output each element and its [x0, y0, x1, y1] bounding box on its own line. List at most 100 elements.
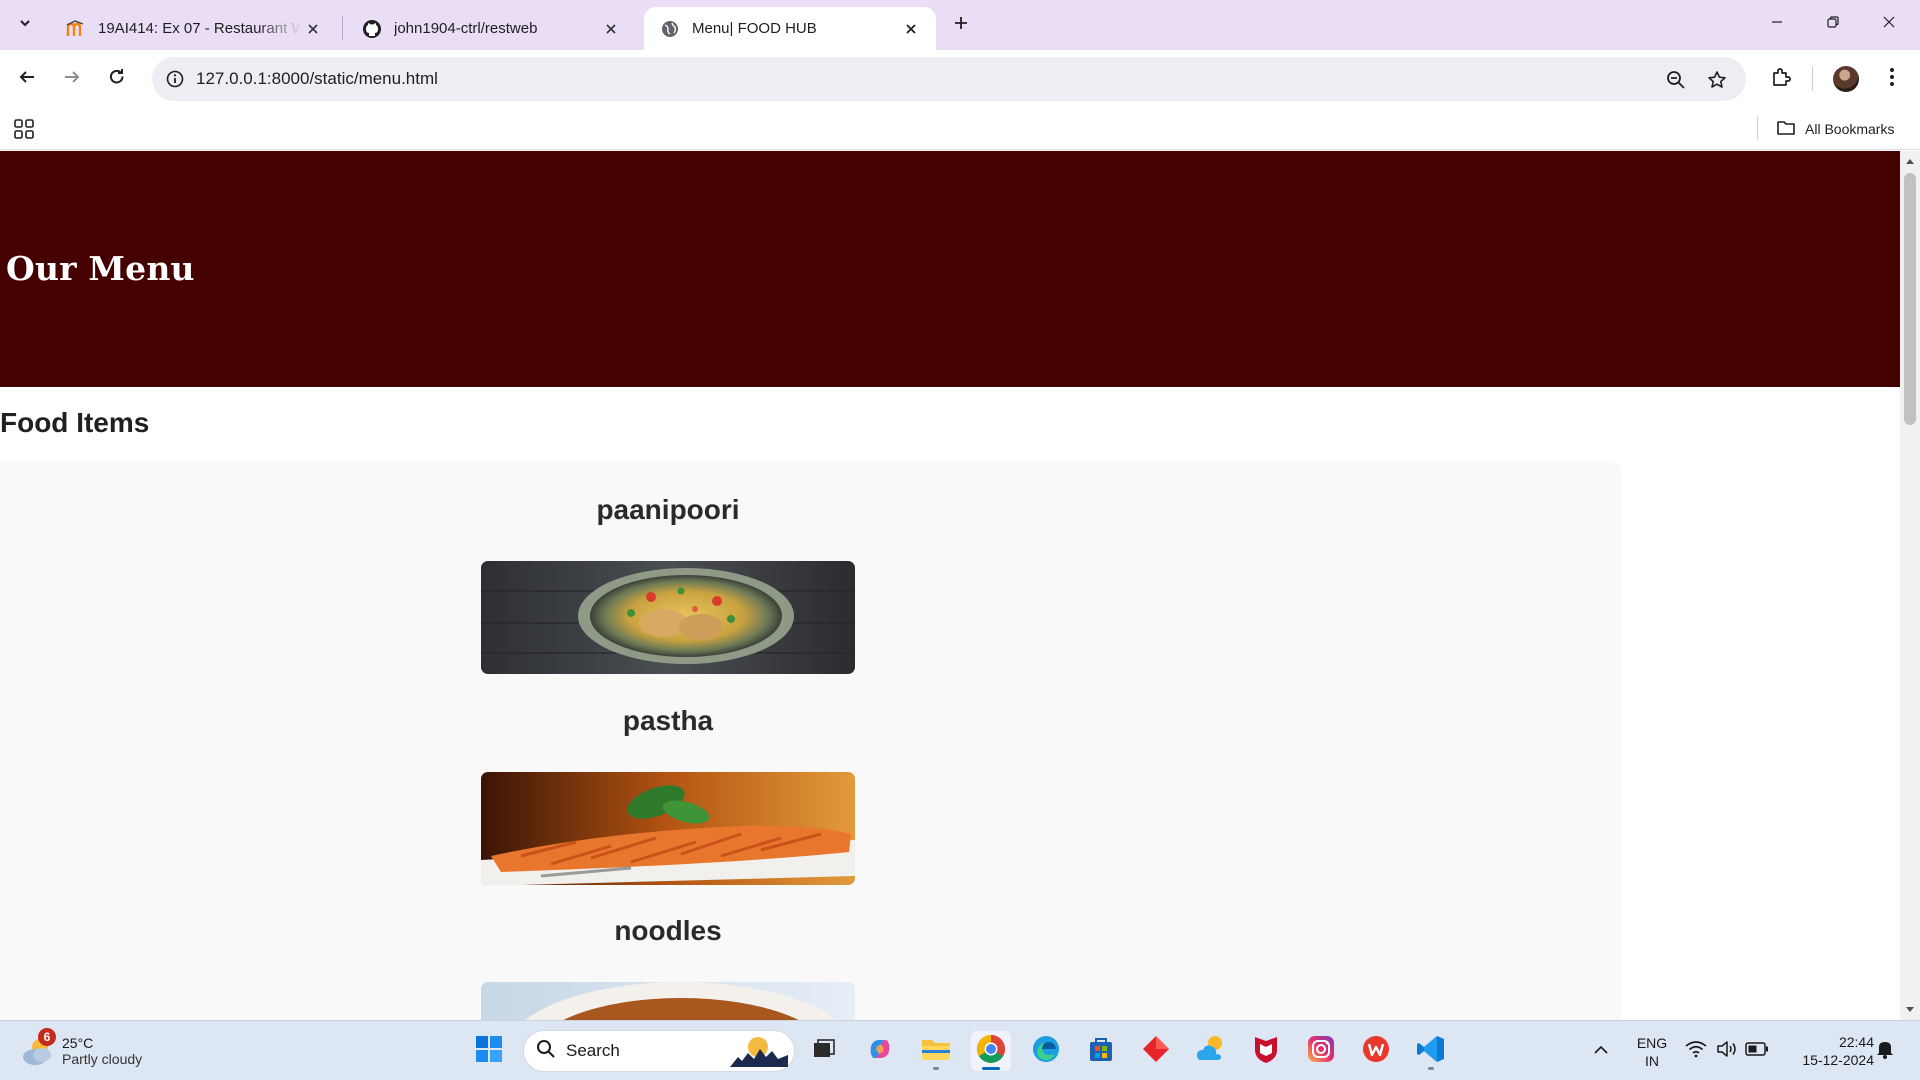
extensions-button[interactable]	[1765, 63, 1797, 95]
clock-date: 15-12-2024	[1802, 1052, 1874, 1068]
close-tab-icon[interactable]	[900, 18, 922, 40]
menu-item-name: noodles	[614, 915, 722, 946]
wps-office-icon	[1361, 1034, 1391, 1069]
windows-logo-icon	[475, 1035, 503, 1068]
language-code: ENG	[1636, 1035, 1668, 1051]
scroll-up-arrow-icon[interactable]	[1900, 153, 1920, 169]
running-indicator	[1428, 1067, 1434, 1070]
page-scrollbar[interactable]	[1900, 151, 1920, 1020]
plus-icon	[953, 15, 969, 36]
chrome-button[interactable]	[971, 1031, 1011, 1071]
copilot-icon	[865, 1034, 895, 1069]
sun-cloud-icon	[1195, 1034, 1227, 1069]
weather-widget[interactable]: 6 25°C Partly cloudy	[20, 1028, 143, 1073]
task-view-button[interactable]	[803, 1031, 843, 1071]
taskbar-search-box[interactable]: Search	[523, 1030, 795, 1072]
bookmarks-separator	[1757, 117, 1758, 139]
store-button[interactable]	[1081, 1031, 1121, 1071]
search-highlight-icon	[730, 1035, 788, 1072]
puzzle-icon	[1771, 67, 1791, 92]
volume-button[interactable]	[1716, 1040, 1738, 1062]
wps-office-button[interactable]	[1356, 1031, 1396, 1071]
browser-toolbar: 127.0.0.1:8000/static/menu.html	[0, 50, 1920, 108]
apps-grid-icon[interactable]	[12, 117, 36, 141]
all-bookmarks-button[interactable]: All Bookmarks	[1776, 116, 1894, 142]
weather-temperature: 25°C	[62, 1035, 94, 1051]
battery-icon	[1745, 1041, 1769, 1061]
tab-title: Menu| FOOD HUB	[692, 20, 817, 37]
page-title: Our Menu	[6, 249, 195, 288]
clock[interactable]: 22:44 15-12-2024	[1780, 1033, 1874, 1069]
chrome-icon	[976, 1034, 1006, 1069]
tab-title: john1904-ctrl/restweb	[394, 20, 538, 37]
notifications-button[interactable]	[1874, 1040, 1896, 1062]
menu-item-name: pastha	[622, 705, 714, 736]
close-tab-icon[interactable]	[600, 18, 622, 40]
restore-icon	[1826, 15, 1840, 34]
app-weather-button[interactable]	[1191, 1031, 1231, 1071]
menu-item-image-paanipoori	[481, 561, 855, 674]
more-vertical-icon	[1889, 67, 1895, 92]
search-icon	[536, 1039, 556, 1064]
weather-badge: 6	[38, 1028, 56, 1046]
close-tab-icon[interactable]	[302, 18, 324, 40]
restore-button[interactable]	[1810, 8, 1856, 40]
vscode-button[interactable]	[1411, 1031, 1451, 1071]
tab-strip: 19AI414: Ex 07 - Restaurant Web john1904…	[0, 0, 1920, 50]
tab-search-button[interactable]	[8, 9, 42, 41]
zoom-icon[interactable]	[1663, 67, 1689, 93]
copilot-button[interactable]	[860, 1031, 900, 1071]
profile-button[interactable]	[1830, 63, 1862, 95]
menu-item-image-pastha	[481, 772, 855, 885]
site-info-icon[interactable]	[162, 66, 188, 92]
new-tab-button[interactable]	[946, 11, 976, 39]
task-view-icon	[810, 1036, 836, 1067]
mcafee-shield-icon	[1252, 1034, 1280, 1069]
tab-title: 19AI414: Ex 07 - Restaurant Web	[98, 20, 302, 37]
browser-tab-menu-active[interactable]: Menu| FOOD HUB	[644, 7, 936, 50]
vscode-icon	[1416, 1034, 1446, 1069]
github-icon	[362, 19, 382, 39]
arrow-left-icon	[18, 68, 36, 91]
weather-description: Partly cloudy	[62, 1051, 143, 1067]
browser-tab-github[interactable]: john1904-ctrl/restweb	[346, 7, 636, 50]
reload-icon	[108, 68, 126, 91]
chevron-up-icon	[1594, 1042, 1608, 1060]
running-indicator	[933, 1067, 939, 1070]
close-window-button[interactable]	[1866, 8, 1912, 40]
arrow-right-icon	[63, 68, 81, 91]
menu-item-image-noodles	[481, 982, 855, 1020]
back-button[interactable]	[10, 63, 44, 95]
wifi-button[interactable]	[1685, 1040, 1707, 1062]
bookmarks-bar: All Bookmarks	[0, 108, 1920, 150]
start-button[interactable]	[469, 1031, 509, 1071]
instagram-icon	[1306, 1034, 1336, 1069]
tab-separator	[342, 16, 343, 40]
app-red-diamond-button[interactable]	[1136, 1031, 1176, 1071]
browser-menu-button[interactable]	[1876, 63, 1908, 95]
running-indicator	[982, 1067, 1000, 1070]
chevron-down-icon	[18, 16, 32, 35]
instagram-button[interactable]	[1301, 1031, 1341, 1071]
input-language-indicator[interactable]: ENG IN	[1632, 1034, 1672, 1070]
reload-button[interactable]	[100, 63, 134, 95]
mcafee-button[interactable]	[1246, 1031, 1286, 1071]
file-explorer-button[interactable]	[916, 1031, 956, 1071]
scrollbar-thumb[interactable]	[1904, 173, 1916, 425]
tray-overflow-button[interactable]	[1590, 1040, 1612, 1062]
browser-tab-moodle[interactable]: 19AI414: Ex 07 - Restaurant Web	[50, 7, 338, 50]
edge-button[interactable]	[1026, 1031, 1066, 1071]
page-viewport: Our Menu Food Items paanipoori pastha no…	[0, 151, 1900, 1020]
scroll-down-arrow-icon[interactable]	[1900, 1002, 1920, 1018]
section-title: Food Items	[0, 407, 150, 438]
close-icon	[1882, 15, 1896, 34]
red-diamond-icon	[1141, 1034, 1171, 1069]
address-bar[interactable]: 127.0.0.1:8000/static/menu.html	[152, 57, 1746, 101]
avatar	[1833, 66, 1859, 92]
forward-button[interactable]	[55, 63, 89, 95]
url-text: 127.0.0.1:8000/static/menu.html	[196, 69, 438, 88]
battery-button[interactable]	[1745, 1040, 1769, 1062]
minimize-button[interactable]	[1754, 8, 1800, 40]
bookmark-star-icon[interactable]	[1704, 67, 1730, 93]
folder-icon	[921, 1036, 951, 1067]
